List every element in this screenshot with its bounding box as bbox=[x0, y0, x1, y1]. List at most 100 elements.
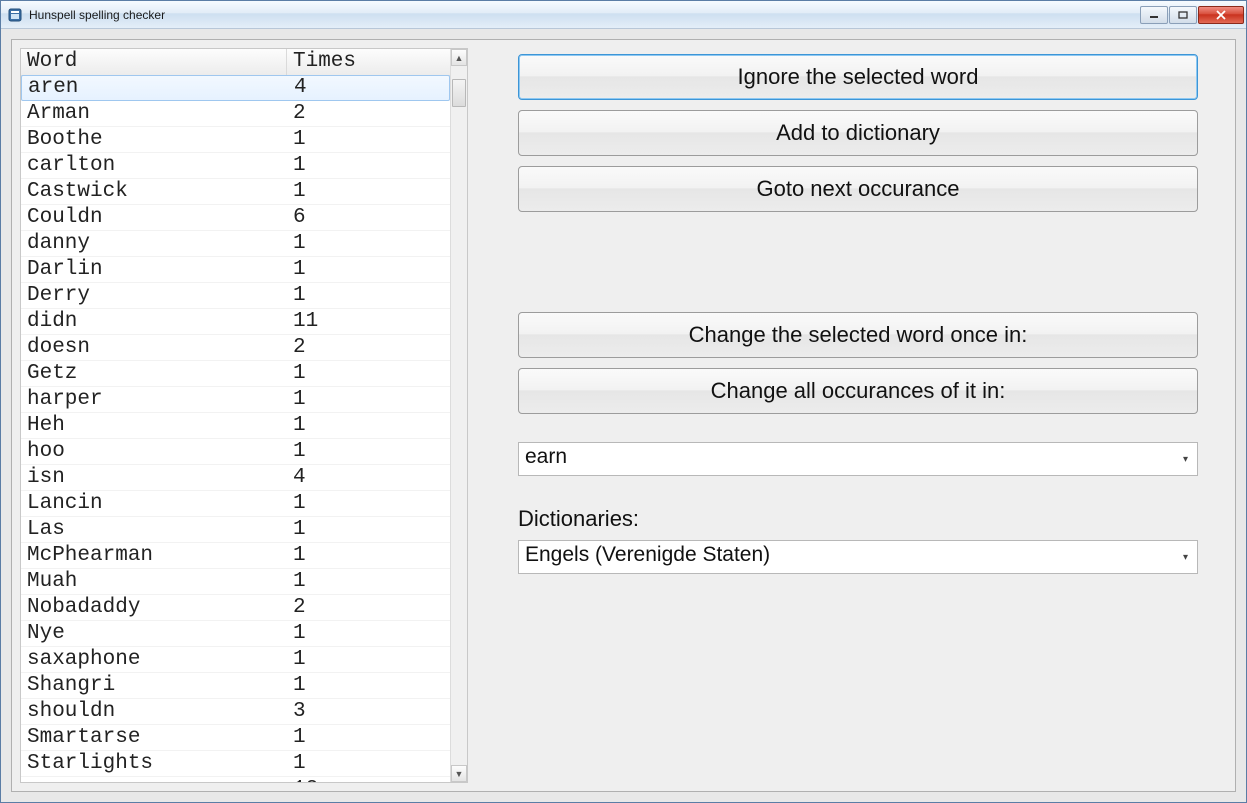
table-row[interactable]: shouldn3 bbox=[21, 699, 450, 725]
minimize-button[interactable] bbox=[1140, 6, 1168, 24]
header-word[interactable]: Word bbox=[21, 49, 287, 75]
cell-word: hoo bbox=[21, 439, 287, 465]
cell-word: didn bbox=[21, 309, 287, 335]
cell-word: Starlights bbox=[21, 751, 287, 777]
cell-times: 1 bbox=[287, 413, 450, 439]
scroll-up-button[interactable]: ▲ bbox=[451, 49, 467, 66]
replacement-combo[interactable]: earn ▾ bbox=[518, 442, 1198, 476]
cell-times: 1 bbox=[287, 387, 450, 413]
replacement-value: earn bbox=[525, 445, 567, 468]
cell-times: 1 bbox=[287, 361, 450, 387]
table-row[interactable]: Arman2 bbox=[21, 101, 450, 127]
header-times[interactable]: Times bbox=[287, 49, 450, 75]
table-row[interactable]: ve12 bbox=[21, 777, 450, 782]
cell-word: Smartarse bbox=[21, 725, 287, 751]
cell-word: Nye bbox=[21, 621, 287, 647]
change-once-button[interactable]: Change the selected word once in: bbox=[518, 312, 1198, 358]
table-row[interactable]: Las1 bbox=[21, 517, 450, 543]
table-row[interactable]: didn11 bbox=[21, 309, 450, 335]
cell-times: 2 bbox=[287, 595, 450, 621]
cell-times: 1 bbox=[287, 491, 450, 517]
cell-times: 1 bbox=[287, 673, 450, 699]
app-window: Hunspell spelling checker Word Times bbox=[0, 0, 1247, 803]
table-row[interactable]: harper1 bbox=[21, 387, 450, 413]
table-row[interactable]: Couldn6 bbox=[21, 205, 450, 231]
vertical-scrollbar[interactable]: ▲ ▼ bbox=[450, 49, 467, 782]
cell-word: Lancin bbox=[21, 491, 287, 517]
table-row[interactable]: danny1 bbox=[21, 231, 450, 257]
table-row[interactable]: Starlights1 bbox=[21, 751, 450, 777]
cell-word: aren bbox=[22, 75, 288, 101]
client-area: Word Times aren4Arman2Boothe1carlton1Cas… bbox=[1, 29, 1246, 802]
cell-times: 3 bbox=[287, 699, 450, 725]
table-row[interactable]: Darlin1 bbox=[21, 257, 450, 283]
actions-panel: Ignore the selected word Add to dictiona… bbox=[518, 48, 1225, 783]
table-row[interactable]: doesn2 bbox=[21, 335, 450, 361]
cell-word: Muah bbox=[21, 569, 287, 595]
change-all-button[interactable]: Change all occurances of it in: bbox=[518, 368, 1198, 414]
cell-word: Heh bbox=[21, 413, 287, 439]
table-row[interactable]: Getz1 bbox=[21, 361, 450, 387]
table-row[interactable]: Castwick1 bbox=[21, 179, 450, 205]
word-list[interactable]: Word Times aren4Arman2Boothe1carlton1Cas… bbox=[20, 48, 468, 783]
cell-word: McPhearman bbox=[21, 543, 287, 569]
cell-times: 1 bbox=[287, 283, 450, 309]
word-list-header[interactable]: Word Times bbox=[21, 49, 450, 76]
cell-times: 4 bbox=[288, 75, 449, 101]
goto-next-button[interactable]: Goto next occurance bbox=[518, 166, 1198, 212]
cell-times: 4 bbox=[287, 465, 450, 491]
main-panel: Word Times aren4Arman2Boothe1carlton1Cas… bbox=[11, 39, 1236, 792]
close-button[interactable] bbox=[1198, 6, 1244, 24]
dictionaries-value: Engels (Verenigde Staten) bbox=[525, 543, 770, 566]
table-row[interactable]: McPhearman1 bbox=[21, 543, 450, 569]
cell-times: 1 bbox=[287, 543, 450, 569]
cell-word: doesn bbox=[21, 335, 287, 361]
cell-word: Darlin bbox=[21, 257, 287, 283]
scroll-down-button[interactable]: ▼ bbox=[451, 765, 467, 782]
spacer bbox=[518, 222, 1225, 312]
add-to-dictionary-button[interactable]: Add to dictionary bbox=[518, 110, 1198, 156]
cell-times: 1 bbox=[287, 569, 450, 595]
table-row[interactable]: carlton1 bbox=[21, 153, 450, 179]
window-title: Hunspell spelling checker bbox=[29, 8, 1139, 22]
cell-times: 1 bbox=[287, 179, 450, 205]
table-row[interactable]: Shangri1 bbox=[21, 673, 450, 699]
cell-times: 11 bbox=[287, 309, 450, 335]
cell-word: saxaphone bbox=[21, 647, 287, 673]
cell-word: isn bbox=[21, 465, 287, 491]
cell-times: 1 bbox=[287, 621, 450, 647]
table-row[interactable]: Heh1 bbox=[21, 413, 450, 439]
titlebar[interactable]: Hunspell spelling checker bbox=[1, 1, 1246, 29]
table-row[interactable]: Smartarse1 bbox=[21, 725, 450, 751]
cell-word: Boothe bbox=[21, 127, 287, 153]
cell-times: 1 bbox=[287, 517, 450, 543]
table-row[interactable]: hoo1 bbox=[21, 439, 450, 465]
cell-times: 1 bbox=[287, 153, 450, 179]
app-icon bbox=[7, 7, 23, 23]
cell-times: 1 bbox=[287, 127, 450, 153]
cell-word: Las bbox=[21, 517, 287, 543]
table-row[interactable]: Muah1 bbox=[21, 569, 450, 595]
table-row[interactable]: Nobadaddy2 bbox=[21, 595, 450, 621]
ignore-button[interactable]: Ignore the selected word bbox=[518, 54, 1198, 100]
dictionaries-combo[interactable]: Engels (Verenigde Staten) ▾ bbox=[518, 540, 1198, 574]
table-row[interactable]: isn4 bbox=[21, 465, 450, 491]
chevron-down-icon: ▾ bbox=[1183, 552, 1193, 562]
cell-times: 1 bbox=[287, 439, 450, 465]
cell-times: 2 bbox=[287, 335, 450, 361]
cell-times: 1 bbox=[287, 257, 450, 283]
cell-times: 1 bbox=[287, 647, 450, 673]
table-row[interactable]: Nye1 bbox=[21, 621, 450, 647]
table-row[interactable]: saxaphone1 bbox=[21, 647, 450, 673]
window-buttons bbox=[1139, 6, 1244, 24]
table-row[interactable]: Boothe1 bbox=[21, 127, 450, 153]
cell-word: Couldn bbox=[21, 205, 287, 231]
cell-times: 1 bbox=[287, 725, 450, 751]
table-row[interactable]: Lancin1 bbox=[21, 491, 450, 517]
scroll-thumb[interactable] bbox=[452, 79, 466, 107]
table-row[interactable]: Derry1 bbox=[21, 283, 450, 309]
chevron-down-icon: ▾ bbox=[1183, 454, 1193, 464]
table-row[interactable]: aren4 bbox=[21, 75, 450, 101]
maximize-button[interactable] bbox=[1169, 6, 1197, 24]
cell-word: Arman bbox=[21, 101, 287, 127]
